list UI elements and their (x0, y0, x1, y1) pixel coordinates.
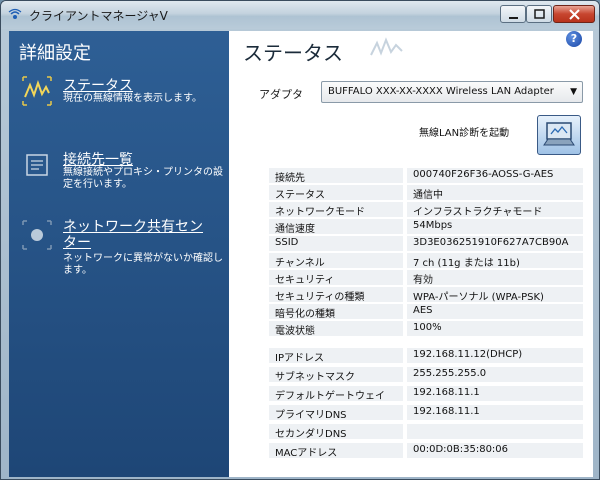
table-row: 接続先 000740F26F36-AOSS-G-AES (269, 167, 583, 184)
table-row: デフォルトゲートウェイ 192.168.11.1 (269, 385, 583, 402)
row-label: チャンネル (275, 258, 325, 269)
row-label: サブネットマスク (275, 372, 355, 383)
row-value: 3D3E036251910F627A7CB90A (413, 237, 569, 248)
adapter-label: アダプタ (259, 88, 303, 101)
row-value: AES (413, 305, 433, 316)
sidebar: 詳細設定 ステータス 現在の無線情報を表示します。 接続先一覧 無線接続やプロキ… (9, 31, 229, 477)
row-label: 接続先 (275, 173, 305, 184)
table-row: MACアドレス 00:0D:0B:35:80:06 (269, 442, 583, 459)
window-title: クライアントマネージャV (29, 9, 168, 23)
row-value: インフラストラクチャモード (413, 207, 543, 218)
row-value: 192.168.11.1 (413, 387, 480, 398)
row-value: 100% (413, 322, 442, 333)
row-label: 通信速度 (275, 224, 315, 235)
diagnostics-label: 無線LAN診断を起動 (419, 128, 510, 139)
sidebar-item-desc: 無線接続やプロキシ・プリンタの設定を行います。 (63, 167, 223, 190)
laptop-icon (543, 122, 575, 146)
table-row: SSID 3D3E036251910F627A7CB90A (269, 235, 583, 252)
row-value: 通信中 (413, 190, 443, 201)
row-value: 54Mbps (413, 220, 453, 231)
adapter-select-value: BUFFALO XXX-XX-XXXX Wireless LAN Adapter (328, 86, 554, 97)
row-label: SSID (275, 237, 299, 248)
row-label: ステータス (275, 190, 325, 201)
signal-wave-icon (370, 37, 403, 56)
table-row: 電波状態 100% (269, 320, 583, 337)
table-row: セキュリティ 有効 (269, 269, 583, 286)
row-value: 255.255.255.0 (413, 368, 487, 379)
wireless-app-icon (8, 8, 22, 19)
chevron-down-icon: ▼ (570, 87, 577, 97)
maximize-button[interactable] (526, 5, 552, 23)
table-row: ネットワークモード インフラストラクチャモード (269, 201, 583, 218)
minimize-icon (509, 17, 518, 19)
close-icon (569, 9, 580, 20)
network-sphere-icon (22, 220, 52, 250)
row-label: 暗号化の種類 (275, 309, 335, 320)
sidebar-item-label[interactable]: ネットワーク共有センター (63, 219, 213, 251)
row-label: デフォルトゲートウェイ (275, 391, 385, 402)
sidebar-item-label[interactable]: 接続先一覧 (63, 149, 133, 169)
row-label: プライマリDNS (275, 410, 347, 421)
table-row: 通信速度 54Mbps (269, 218, 583, 235)
title-bar[interactable]: クライアントマネージャV (1, 1, 599, 29)
app-window: クライアントマネージャV 詳細設定 ステータス 現在の無線情報を表示します。 接… (0, 0, 600, 480)
page-title: ステータス (243, 41, 343, 65)
row-value: 000740F26F36-AOSS-G-AES (413, 169, 554, 180)
sidebar-title: 詳細設定 (19, 43, 91, 64)
row-value: 192.168.11.12(DHCP) (413, 349, 523, 360)
table-row: 暗号化の種類 AES (269, 303, 583, 320)
row-label: IPアドレス (275, 353, 324, 364)
sidebar-item-connection-list[interactable]: 接続先一覧 無線接続やプロキシ・プリンタの設定を行います。 (21, 149, 223, 199)
row-label: セカンダリDNS (275, 429, 347, 440)
row-label: ネットワークモード (275, 207, 365, 218)
table-row: セキュリティの種類 WPA-パーソナル (WPA-PSK) (269, 286, 583, 303)
row-value: 有効 (413, 275, 433, 286)
table-row: プライマリDNS 192.168.11.1 (269, 404, 583, 421)
help-icon[interactable]: ? (566, 31, 582, 47)
row-value: 00:0D:0B:35:80:06 (413, 444, 509, 455)
signal-wave-icon (22, 76, 52, 106)
status-panel: ステータス ? アダプタ BUFFALO XXX-XX-XXXX Wireles… (229, 31, 593, 477)
table-row: チャンネル 7 ch (11g または 11b) (269, 252, 583, 269)
sidebar-item-network-center[interactable]: ネットワーク共有センター ネットワークに異常がないか確認します。 (21, 219, 223, 283)
row-label: セキュリティ (275, 275, 335, 286)
row-label: 電波状態 (275, 326, 315, 337)
diagnostics-button[interactable] (537, 115, 581, 155)
table-row: ステータス 通信中 (269, 184, 583, 201)
table-row: IPアドレス 192.168.11.12(DHCP) (269, 347, 583, 364)
sidebar-item-desc: ネットワークに異常がないか確認します。 (63, 253, 223, 276)
row-value: 7 ch (11g または 11b) (413, 258, 520, 269)
table-row: サブネットマスク 255.255.255.0 (269, 366, 583, 383)
row-label: セキュリティの種類 (275, 292, 365, 303)
sidebar-item-status[interactable]: ステータス 現在の無線情報を表示します。 (21, 75, 221, 125)
sidebar-item-desc: 現在の無線情報を表示します。 (63, 93, 202, 104)
adapter-select[interactable]: BUFFALO XXX-XX-XXXX Wireless LAN Adapter… (321, 81, 583, 103)
close-button[interactable] (553, 5, 595, 23)
row-value: 192.168.11.1 (413, 406, 480, 417)
minimize-button[interactable] (500, 5, 526, 23)
row-value: WPA-パーソナル (WPA-PSK) (413, 292, 544, 303)
list-document-icon (26, 154, 48, 176)
table-row: セカンダリDNS (269, 423, 583, 440)
sidebar-item-label[interactable]: ステータス (63, 75, 133, 95)
maximize-icon (534, 9, 545, 19)
row-label: MACアドレス (275, 448, 338, 459)
